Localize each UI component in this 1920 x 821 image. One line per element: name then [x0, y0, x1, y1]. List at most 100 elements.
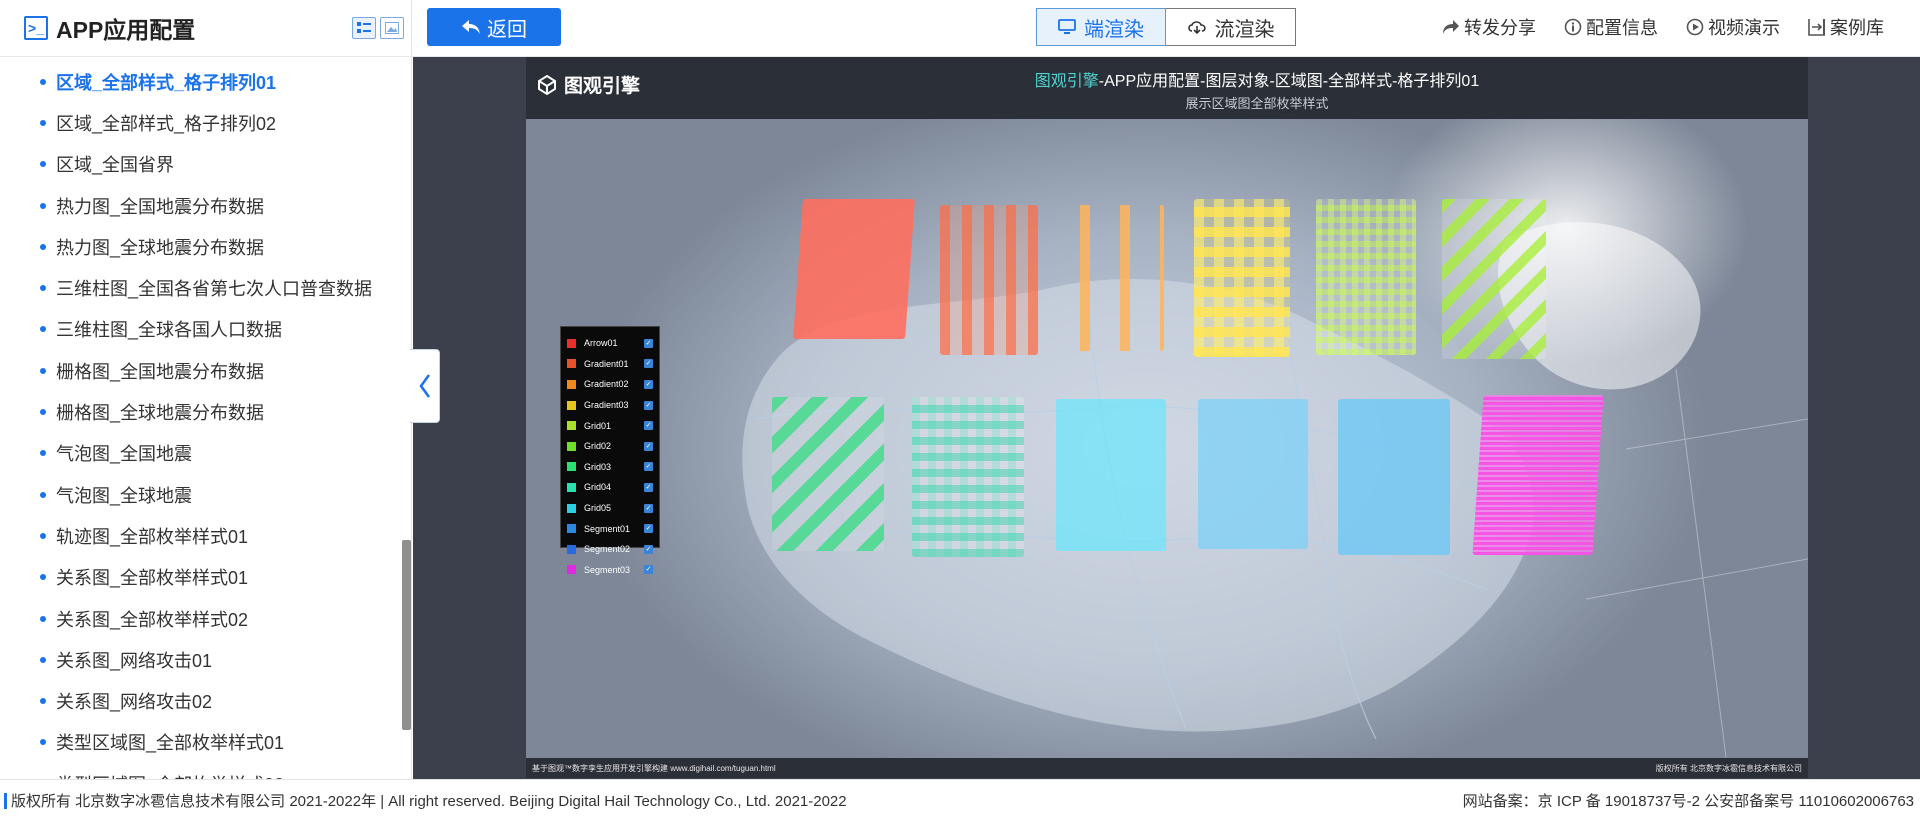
legend-label: Grid01: [584, 420, 612, 431]
legend-row[interactable]: Segment02 ✓: [567, 539, 653, 560]
view-toggle: [352, 17, 404, 39]
nav-item[interactable]: 区域_全国省界: [0, 144, 411, 185]
nav-item[interactable]: 轨迹图_全部枚举样式01: [0, 515, 411, 556]
nav-item-label: 栅格图_全国地震分布数据: [56, 361, 265, 382]
legend-swatch: [567, 441, 576, 451]
region-segment02[interactable]: [1338, 399, 1450, 555]
legend-row[interactable]: Grid05 ✓: [567, 498, 653, 519]
nav-item[interactable]: 热力图_全国地震分布数据: [0, 185, 411, 226]
legend-checkbox[interactable]: ✓: [644, 359, 653, 369]
bullet-icon: [40, 739, 46, 746]
legend-row[interactable]: Segment01 ✓: [567, 518, 653, 539]
nav-item-label: 关系图_网络攻击02: [56, 692, 213, 713]
config-info-button[interactable]: 配置信息: [1564, 14, 1658, 40]
video-demo-label: 视频演示: [1708, 18, 1780, 38]
nav-item-label: 气泡图_全球地震: [56, 485, 193, 506]
nav-item[interactable]: 类型区域图_全部枚举样式01: [0, 722, 411, 763]
share-button[interactable]: 转发分享: [1442, 14, 1536, 40]
sidebar-title: APP应用配置: [56, 17, 196, 43]
legend-row[interactable]: Arrow01 ✓: [567, 333, 653, 354]
legend-checkbox[interactable]: ✓: [644, 482, 653, 492]
viewport-title-highlight: 图观引擎: [1034, 73, 1099, 90]
region-grid02[interactable]: [1442, 199, 1546, 359]
legend-label: Arrow01: [584, 338, 618, 349]
bullet-icon: [40, 367, 46, 374]
case-library-label: 案例库: [1830, 18, 1884, 38]
nav-item[interactable]: 气泡图_全球地震: [0, 474, 411, 515]
video-demo-button[interactable]: 视频演示: [1686, 14, 1780, 40]
region-gradient01[interactable]: [940, 205, 1038, 355]
back-button[interactable]: 返回: [427, 8, 561, 46]
list-view-icon[interactable]: [352, 17, 376, 39]
nav-item[interactable]: 三维柱图_全国各省第七次人口普查数据: [0, 267, 411, 308]
legend-checkbox[interactable]: ✓: [644, 338, 653, 348]
region-segment03[interactable]: [1472, 395, 1604, 555]
legend-row[interactable]: Grid02 ✓: [567, 436, 653, 457]
nav-item[interactable]: 气泡图_全国地震: [0, 433, 411, 474]
nav-item[interactable]: 关系图_全部枚举样式01: [0, 557, 411, 598]
nav-item-label: 轨迹图_全部枚举样式01: [56, 526, 249, 547]
legend-checkbox[interactable]: ✓: [644, 462, 653, 472]
legend-row[interactable]: Gradient03 ✓: [567, 395, 653, 416]
viewport-title-rest: -APP应用配置-图层对象-区域图-全部样式-格子排列01: [1098, 73, 1480, 90]
cloud-download-icon: [1187, 21, 1206, 35]
legend-row[interactable]: Gradient02 ✓: [567, 374, 653, 395]
nav-item[interactable]: 区域_全部样式_格子排列01: [0, 61, 411, 102]
top-actions: 转发分享 配置信息 视频演示 案例库: [1442, 14, 1884, 40]
tab-stream-render[interactable]: 流渲染: [1166, 8, 1296, 46]
legend-checkbox[interactable]: ✓: [644, 544, 653, 554]
legend-row[interactable]: Gradient01 ✓: [567, 354, 653, 375]
nav-item[interactable]: 栅格图_全国地震分布数据: [0, 350, 411, 391]
region-gradient02[interactable]: [1072, 205, 1164, 351]
legend-row[interactable]: Grid01 ✓: [567, 415, 653, 436]
scene-viewport[interactable]: 图观引擎 图观引擎-APP应用配置-图层对象-区域图-全部样式-格子排列01 展…: [526, 57, 1808, 778]
image-view-icon[interactable]: [380, 17, 404, 39]
bullet-icon: [40, 409, 46, 416]
legend-checkbox[interactable]: ✓: [644, 441, 653, 451]
legend-checkbox[interactable]: ✓: [644, 400, 653, 410]
site-footer: 版权所有 北京数字冰雹信息技术有限公司 2021-2022年 | All rig…: [0, 779, 1920, 821]
bullet-icon: [40, 491, 46, 498]
region-grid01[interactable]: [1316, 199, 1416, 355]
region-segment01[interactable]: [1198, 399, 1308, 549]
collapse-sidebar-button[interactable]: [410, 349, 440, 423]
nav-item[interactable]: 三维柱图_全球各国人口数据: [0, 309, 411, 350]
legend-checkbox[interactable]: ✓: [644, 379, 653, 389]
legend-checkbox[interactable]: ✓: [644, 503, 653, 513]
region-gradient03[interactable]: [1194, 199, 1290, 357]
legend-row[interactable]: Grid04 ✓: [567, 477, 653, 498]
tab-client-render[interactable]: 端渲染: [1036, 8, 1166, 46]
region-arrow01[interactable]: [793, 199, 915, 339]
terminal-icon: >_: [24, 16, 48, 40]
sidebar-scrollbar[interactable]: [402, 540, 411, 730]
legend-label: Grid03: [584, 461, 612, 472]
nav-item[interactable]: 热力图_全球地震分布数据: [0, 226, 411, 267]
bullet-icon: [40, 574, 46, 581]
chevron-left-icon: [418, 374, 430, 398]
legend-checkbox[interactable]: ✓: [644, 524, 653, 534]
legend-checkbox[interactable]: ✓: [644, 565, 653, 575]
nav-item[interactable]: 栅格图_全球地震分布数据: [0, 391, 411, 432]
viewport-footer: 基于图观™数字孪生应用开发引擎构建 www.digihail.com/tugua…: [526, 758, 1808, 778]
legend-swatch: [567, 338, 576, 348]
region-grid04[interactable]: [912, 397, 1024, 557]
legend-row[interactable]: Segment03 ✓: [567, 560, 653, 581]
layer-legend: Arrow01 ✓ Gradient01 ✓ Gradient02 ✓ Gradient03…: [560, 326, 660, 575]
nav-item[interactable]: 关系图_全部枚举样式02: [0, 598, 411, 639]
back-arrow-icon: [462, 20, 480, 34]
legend-label: Segment01: [584, 523, 631, 534]
topbar: 返回 端渲染 流渲染 转发分享 配置信息 视频演示 案例库: [413, 0, 1920, 57]
region-grid05[interactable]: [1056, 399, 1166, 551]
nav-item[interactable]: 关系图_网络攻击01: [0, 639, 411, 680]
nav-list: 区域_全部样式_格子排列01 区域_全部样式_格子排列02 区域_全国省界 热力图_全…: [0, 57, 411, 779]
nav-item[interactable]: 区域_全部样式_格子排列02: [0, 102, 411, 143]
nav-item[interactable]: 关系图_网络攻击02: [0, 680, 411, 721]
legend-row[interactable]: Grid03 ✓: [567, 457, 653, 478]
region-grid03[interactable]: [772, 397, 884, 551]
legend-checkbox[interactable]: ✓: [644, 421, 653, 431]
nav-item-label: 类型区域图_全部枚举样式01: [56, 733, 285, 754]
legend-swatch: [567, 482, 576, 492]
nav-item[interactable]: 类型区域图_全部枚举样式02: [0, 763, 411, 779]
tab-stream-render-label: 流渲染: [1214, 18, 1275, 41]
case-library-button[interactable]: 案例库: [1808, 14, 1884, 40]
